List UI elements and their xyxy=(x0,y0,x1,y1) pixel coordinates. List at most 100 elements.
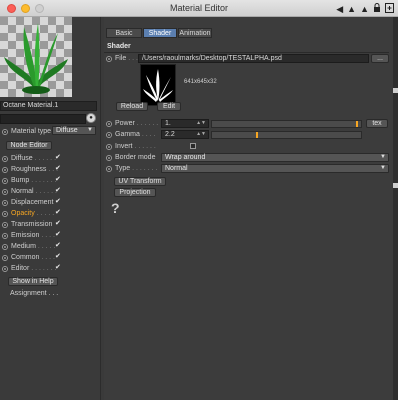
channel-item[interactable]: Normal . . . . . . ✔ xyxy=(0,187,70,196)
channel-item[interactable]: Opacity . . . . . ✔ xyxy=(0,209,70,218)
channel-label: Transmission xyxy=(11,221,53,228)
channel-item[interactable]: Diffuse . . . . . . ✔ xyxy=(0,154,70,163)
channel-radio[interactable] xyxy=(2,188,8,195)
channel-radio[interactable] xyxy=(2,232,8,239)
channel-radio[interactable] xyxy=(2,254,8,261)
arrow-left-icon[interactable]: ◀ xyxy=(336,4,343,14)
file-browse-button[interactable]: ... xyxy=(371,54,389,63)
gamma-dots: . . . . xyxy=(141,131,156,138)
channel-label: Opacity xyxy=(11,210,35,217)
channel-radio[interactable] xyxy=(2,221,8,228)
type-radio[interactable] xyxy=(106,165,112,172)
tab-basic[interactable]: Basic xyxy=(106,28,142,38)
channel-radio[interactable] xyxy=(2,243,8,250)
side-scroll-strip[interactable] xyxy=(393,17,398,400)
lock-icon[interactable] xyxy=(373,3,381,15)
checkmark-icon[interactable]: ✔ xyxy=(55,209,62,217)
gamma-slider-handle[interactable] xyxy=(256,132,258,138)
tab-shader[interactable]: Shader xyxy=(143,28,177,38)
material-color-strip xyxy=(0,114,86,124)
gamma-input[interactable]: 2.2 ▲▼ xyxy=(161,130,209,139)
channel-dots: . . . . . . xyxy=(34,155,57,162)
invert-dots: . . . . . . xyxy=(134,143,156,150)
type-dots: . . . . . . . xyxy=(132,165,158,172)
checkmark-icon[interactable]: ✔ xyxy=(55,264,62,272)
border-mode-dropdown[interactable]: Wrap around ▼ xyxy=(161,153,389,162)
channel-radio[interactable] xyxy=(2,210,8,217)
gamma-radio[interactable] xyxy=(106,131,112,138)
material-name-field[interactable]: Octane Material.1 xyxy=(0,101,97,111)
material-type-radio[interactable] xyxy=(2,128,8,135)
channel-radio[interactable] xyxy=(2,177,8,184)
type-row: Type . . . . . . . xyxy=(104,164,157,173)
assignment-label[interactable]: Assignment . . . xyxy=(10,290,58,297)
side-marker xyxy=(393,88,398,93)
invert-radio[interactable] xyxy=(106,143,112,150)
checkmark-icon[interactable]: ✔ xyxy=(55,220,62,228)
new-window-icon[interactable] xyxy=(385,3,394,15)
power-radio[interactable] xyxy=(106,120,112,127)
channel-item[interactable]: Displacement ✔ xyxy=(0,198,70,207)
checkmark-icon[interactable]: ✔ xyxy=(55,242,62,250)
channel-item[interactable]: Bump . . . . . . . ✔ xyxy=(0,176,70,185)
channel-label: Displacement xyxy=(11,199,54,206)
channel-item[interactable]: Emission . . . . ✔ xyxy=(0,231,70,240)
channel-radio[interactable] xyxy=(2,155,8,162)
channel-dots: . . . . xyxy=(41,254,55,261)
material-options-icon[interactable]: ● xyxy=(86,113,96,123)
projection-button[interactable]: Projection xyxy=(114,188,156,197)
invert-checkbox[interactable] xyxy=(190,143,196,149)
file-label: File xyxy=(115,55,127,62)
channel-item[interactable]: Editor . . . . . . . ✔ xyxy=(0,264,70,273)
file-path-field[interactable]: /Users/raoulmarks/Desktop/TESTALPHA.psd xyxy=(138,54,369,63)
channel-radio[interactable] xyxy=(2,265,8,272)
power-input[interactable]: 1. ▲▼ xyxy=(161,119,209,128)
channel-label: Medium xyxy=(11,243,36,250)
border-mode-radio[interactable] xyxy=(106,154,112,161)
tex-button[interactable]: tex xyxy=(366,119,388,128)
material-type-row: Material type xyxy=(0,127,51,136)
tab-animation[interactable]: Animation xyxy=(178,28,212,38)
power-slider[interactable] xyxy=(211,120,362,128)
arrow-up-icon[interactable]: ▲ xyxy=(347,4,356,14)
power-label: Power xyxy=(115,120,135,127)
channel-item[interactable]: Medium . . . . . ✔ xyxy=(0,242,70,251)
channel-item[interactable]: Common . . . . ✔ xyxy=(0,253,70,262)
checkmark-icon[interactable]: ✔ xyxy=(55,198,62,206)
gamma-slider[interactable] xyxy=(211,131,362,139)
node-editor-button[interactable]: Node Editor xyxy=(6,141,52,150)
power-dots: . . . . . . xyxy=(136,120,159,127)
file-radio[interactable] xyxy=(106,55,112,62)
channel-radio[interactable] xyxy=(2,166,8,173)
material-type-dropdown[interactable]: Diffuse ▼ xyxy=(52,126,96,135)
checkmark-icon[interactable]: ✔ xyxy=(55,253,62,261)
triangle-icon[interactable]: ▲ xyxy=(360,4,369,14)
title-bar: Material Editor ◀ ▲ ▲ xyxy=(0,0,398,17)
reload-button[interactable]: Reload xyxy=(116,102,148,111)
checkmark-icon[interactable]: ✔ xyxy=(55,154,62,162)
channel-dots: . . . . . . . xyxy=(31,177,57,184)
checkmark-icon[interactable]: ✔ xyxy=(55,165,62,173)
checkmark-icon[interactable]: ✔ xyxy=(55,187,62,195)
checkmark-icon[interactable]: ✔ xyxy=(55,176,62,184)
channel-dots: . . . . xyxy=(41,232,55,239)
image-info: 641x645x32 xyxy=(184,79,217,85)
checkmark-icon[interactable]: ✔ xyxy=(55,231,62,239)
show-in-help-button[interactable]: Show in Help xyxy=(8,277,58,286)
edit-button[interactable]: Edit xyxy=(157,102,181,111)
type-label: Type xyxy=(115,165,131,172)
border-mode-value: Wrap around xyxy=(165,154,206,161)
invert-label: Invert xyxy=(115,143,133,150)
channel-item[interactable]: Transmission ✔ xyxy=(0,220,70,229)
chevron-down-icon: ▼ xyxy=(380,165,386,171)
section-title: Shader xyxy=(107,43,131,50)
section-divider xyxy=(104,52,389,53)
channel-dots: . . . . . xyxy=(37,243,56,250)
type-dropdown[interactable]: Normal ▼ xyxy=(161,164,389,173)
help-question-icon[interactable]: ? xyxy=(111,200,120,216)
uv-transform-button[interactable]: UV Transform xyxy=(114,177,166,186)
channel-radio[interactable] xyxy=(2,199,8,206)
channel-item[interactable]: Roughness . . . ✔ xyxy=(0,165,70,174)
chevron-down-icon: ▼ xyxy=(87,127,93,133)
power-slider-handle[interactable] xyxy=(356,121,358,127)
